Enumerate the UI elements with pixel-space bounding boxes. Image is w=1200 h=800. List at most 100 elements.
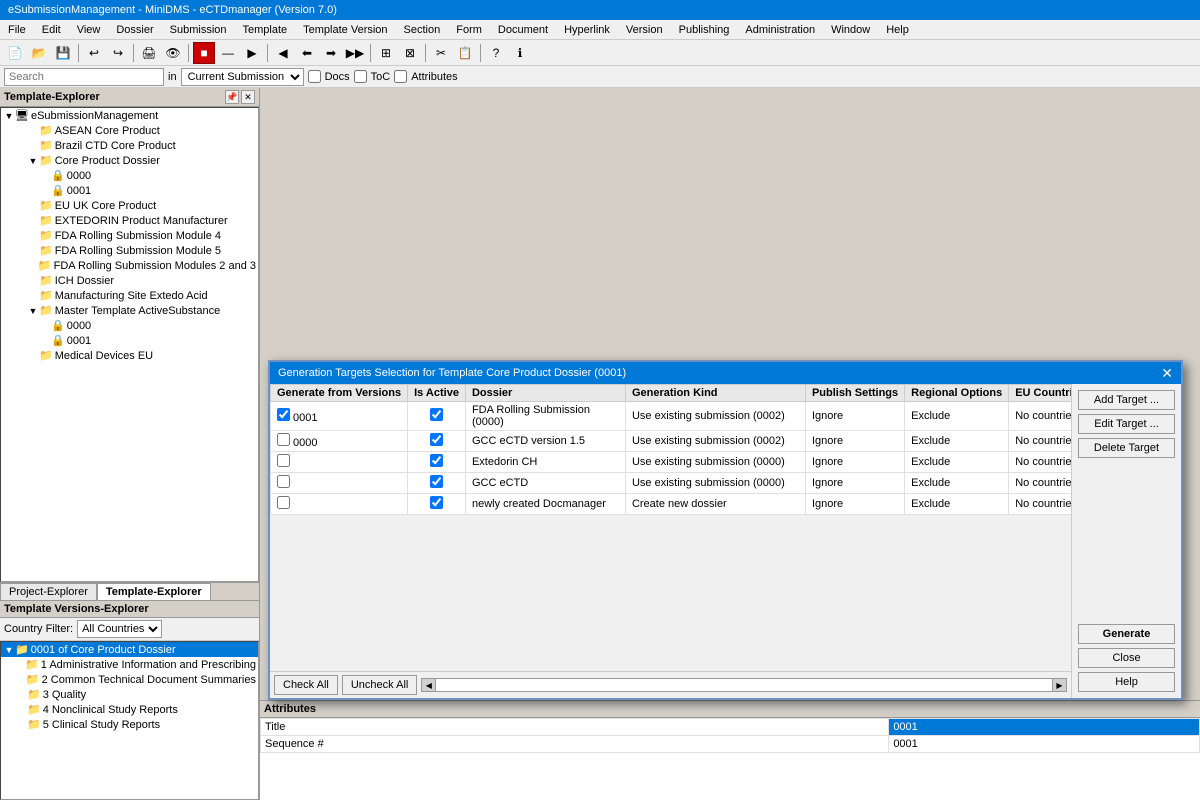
row4-checkbox[interactable] xyxy=(277,475,290,488)
tree-item-core-0001[interactable]: 🔒 0001 xyxy=(1,183,258,198)
menu-form[interactable]: Form xyxy=(448,20,490,39)
dialog-close-icon[interactable]: ✕ xyxy=(1161,365,1173,382)
menu-dossier[interactable]: Dossier xyxy=(108,20,161,39)
country-filter-dropdown[interactable]: All Countries xyxy=(77,620,162,638)
toolbar-btn-20[interactable]: ℹ xyxy=(509,42,531,64)
expand-root[interactable]: ▼ xyxy=(3,111,15,121)
toolbar: 📄 📂 💾 ↩ ↪ 🖨 👁 ■ — ▶ ◀ ⬅ ➡ ▶▶ ⊞ ⊠ ✂ 📋 ? ℹ xyxy=(0,40,1200,66)
search-input[interactable] xyxy=(4,68,164,86)
toolbar-btn-10[interactable]: ▶ xyxy=(241,42,263,64)
tree-item-mfg[interactable]: 📁 Manufacturing Site Extedo Acid xyxy=(1,288,258,303)
tab-template-explorer[interactable]: Template-Explorer xyxy=(97,583,211,600)
uncheck-all-button[interactable]: Uncheck All xyxy=(342,675,417,695)
menu-file[interactable]: File xyxy=(0,20,34,39)
row1-checkbox[interactable] xyxy=(277,408,290,421)
toolbar-btn-5[interactable]: ↪ xyxy=(107,42,129,64)
toolbar-btn-1[interactable]: 📄 xyxy=(4,42,26,64)
toolbar-btn-16[interactable]: ⊠ xyxy=(399,42,421,64)
row5-genkind: Create new dossier xyxy=(625,494,805,515)
toolbar-btn-18[interactable]: 📋 xyxy=(454,42,476,64)
close-panel-button[interactable]: ✕ xyxy=(241,90,255,104)
menu-view[interactable]: View xyxy=(69,20,109,39)
menu-administration[interactable]: Administration xyxy=(737,20,823,39)
row5-checkbox[interactable] xyxy=(277,496,290,509)
lock-icon-0000: 🔒 xyxy=(51,169,65,182)
row4-active-cb[interactable] xyxy=(430,475,443,488)
row5-active-cb[interactable] xyxy=(430,496,443,509)
menu-submission[interactable]: Submission xyxy=(162,20,235,39)
versions-item-2[interactable]: 📁 2 Common Technical Document Summaries xyxy=(1,672,258,687)
generate-button[interactable]: Generate xyxy=(1078,624,1175,644)
menu-window[interactable]: Window xyxy=(823,20,878,39)
toolbar-btn-17[interactable]: ✂ xyxy=(430,42,452,64)
expand-core[interactable]: ▼ xyxy=(27,156,39,166)
menu-publishing[interactable]: Publishing xyxy=(671,20,738,39)
versions-item-4[interactable]: 📁 4 Nonclinical Study Reports xyxy=(1,702,258,717)
toolbar-btn-2[interactable]: 📂 xyxy=(28,42,50,64)
tree-item-core-0000[interactable]: 🔒 0000 xyxy=(1,168,258,183)
tree-item-extedorin[interactable]: 📁 EXTEDORIN Product Manufacturer xyxy=(1,213,258,228)
toolbar-btn-active[interactable]: ■ xyxy=(193,42,215,64)
scroll-left-arrow[interactable]: ◀ xyxy=(422,679,436,691)
row1-active-cb[interactable] xyxy=(430,408,443,421)
pin-button[interactable]: 📌 xyxy=(225,90,239,104)
tab-project-explorer[interactable]: Project-Explorer xyxy=(0,583,97,600)
versions-item-5[interactable]: 📁 5 Clinical Study Reports xyxy=(1,717,258,732)
help-button[interactable]: Help xyxy=(1078,672,1175,692)
row2-checkbox[interactable] xyxy=(277,433,290,446)
menu-help[interactable]: Help xyxy=(878,20,917,39)
menu-template-version[interactable]: Template Version xyxy=(295,20,395,39)
col-dossier: Dossier xyxy=(465,385,625,402)
tree-item-fda23[interactable]: 📁 FDA Rolling Submission Modules 2 and 3 xyxy=(1,258,258,273)
row3-checkbox[interactable] xyxy=(277,454,290,467)
tree-item-master-0000[interactable]: 🔒 0000 xyxy=(1,318,258,333)
dialog-table-wrapper[interactable]: Generate from Versions Is Active Dossier… xyxy=(270,384,1071,671)
toolbar-btn-11[interactable]: ◀ xyxy=(272,42,294,64)
toolbar-btn-7[interactable]: 👁 xyxy=(162,42,184,64)
tree-item-fda4[interactable]: 📁 FDA Rolling Submission Module 4 xyxy=(1,228,258,243)
toolbar-btn-4[interactable]: ↩ xyxy=(83,42,105,64)
menu-template[interactable]: Template xyxy=(235,20,296,39)
tree-item-master[interactable]: ▼ 📁 Master Template ActiveSubstance xyxy=(1,303,258,318)
tree-item-master-0001[interactable]: 🔒 0001 xyxy=(1,333,258,348)
toc-checkbox[interactable] xyxy=(354,70,367,83)
toolbar-btn-19[interactable]: ? xyxy=(485,42,507,64)
horizontal-scrollbar[interactable]: ◀ ▶ xyxy=(421,678,1067,692)
attributes-checkbox[interactable] xyxy=(394,70,407,83)
check-all-button[interactable]: Check All xyxy=(274,675,338,695)
tree-item-eu[interactable]: 📁 EU UK Core Product xyxy=(1,198,258,213)
tree-item-meddev[interactable]: 📁 Medical Devices EU xyxy=(1,348,258,363)
search-dropdown[interactable]: Current Submission xyxy=(181,68,304,86)
tree-item-fda5[interactable]: 📁 FDA Rolling Submission Module 5 xyxy=(1,243,258,258)
toolbar-btn-9[interactable]: — xyxy=(217,42,239,64)
tree-item-brazil[interactable]: 📁 Brazil CTD Core Product xyxy=(1,138,258,153)
toolbar-btn-3[interactable]: 💾 xyxy=(52,42,74,64)
row2-active-cb[interactable] xyxy=(430,433,443,446)
tree-item-ich[interactable]: 📁 ICH Dossier xyxy=(1,273,258,288)
add-target-button[interactable]: Add Target ... xyxy=(1078,390,1175,410)
toolbar-btn-12[interactable]: ⬅ xyxy=(296,42,318,64)
menu-document[interactable]: Document xyxy=(490,20,556,39)
tree-item-root[interactable]: ▼ 🖥 eSubmissionManagement xyxy=(1,108,258,123)
toolbar-btn-6[interactable]: 🖨 xyxy=(138,42,160,64)
menu-edit[interactable]: Edit xyxy=(34,20,69,39)
close-button[interactable]: Close xyxy=(1078,648,1175,668)
toolbar-btn-13[interactable]: ➡ xyxy=(320,42,342,64)
versions-item-1[interactable]: 📁 1 Administrative Information and Presc… xyxy=(1,657,258,672)
menu-version[interactable]: Version xyxy=(618,20,671,39)
edit-target-button[interactable]: Edit Target ... xyxy=(1078,414,1175,434)
tree-item-core[interactable]: ▼ 📁 Core Product Dossier xyxy=(1,153,258,168)
tree-item-asean[interactable]: 📁 ASEAN Core Product xyxy=(1,123,258,138)
docs-checkbox[interactable] xyxy=(308,70,321,83)
dialog-bottom-bar: Check All Uncheck All ◀ ▶ xyxy=(270,671,1071,698)
menu-section[interactable]: Section xyxy=(396,20,449,39)
versions-item-0001[interactable]: ▼ 📁 0001 of Core Product Dossier xyxy=(1,642,258,657)
toolbar-btn-15[interactable]: ⊞ xyxy=(375,42,397,64)
expand-master[interactable]: ▼ xyxy=(27,306,39,316)
toolbar-btn-14[interactable]: ▶▶ xyxy=(344,42,366,64)
row3-active-cb[interactable] xyxy=(430,454,443,467)
scroll-right-arrow[interactable]: ▶ xyxy=(1052,679,1066,691)
versions-item-3[interactable]: 📁 3 Quality xyxy=(1,687,258,702)
menu-hyperlink[interactable]: Hyperlink xyxy=(556,20,618,39)
delete-target-button[interactable]: Delete Target xyxy=(1078,438,1175,458)
